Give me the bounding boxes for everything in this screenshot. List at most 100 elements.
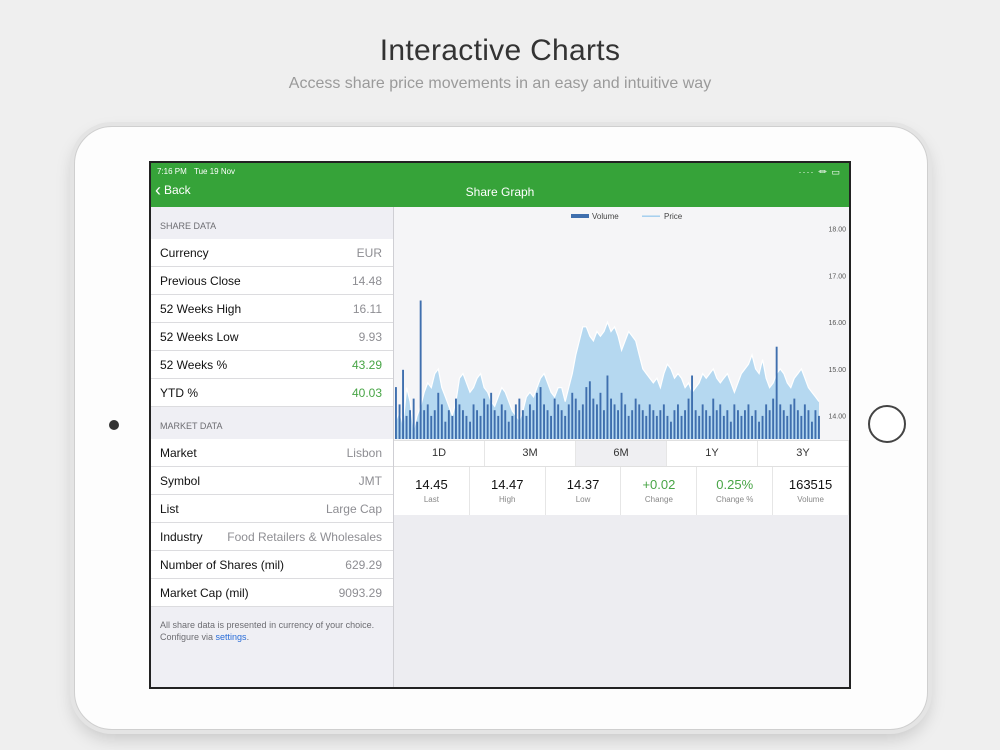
volume-bar (398, 404, 401, 439)
stat-value: 14.37 (566, 477, 600, 492)
market-data-row: Symbol JMT (151, 467, 393, 495)
volume-bar (603, 410, 605, 439)
volume-bar (744, 410, 746, 439)
volume-bar (698, 415, 701, 439)
home-button[interactable] (868, 405, 906, 443)
share-data-header: SHARE DATA (160, 221, 217, 231)
volume-bar (567, 404, 570, 439)
volume-bar (564, 415, 567, 439)
share-chart[interactable]: 18.0017.0016.0015.0014.0013.00VolumePric… (394, 207, 849, 467)
volume-bar (613, 404, 616, 439)
volume-bar (493, 410, 496, 439)
share-data-row-value: 9.93 (358, 329, 382, 344)
footnote: All share data is presented in currency … (151, 607, 393, 655)
volume-bar (412, 398, 415, 439)
market-data-header: MARKET DATA (160, 421, 223, 431)
stat-value: 0.25% (716, 477, 754, 492)
share-data-row-value: EUR (356, 245, 382, 260)
volume-bar (691, 375, 693, 439)
volume-bar (814, 410, 817, 439)
volume-bar (405, 415, 408, 439)
legend-price-label: Price (664, 212, 683, 221)
volume-bar (395, 387, 397, 439)
volume-bar (476, 410, 478, 439)
volume-bar (694, 410, 697, 439)
volume-bar (416, 421, 419, 439)
page-title: Share Graph (465, 185, 535, 199)
volume-bar (705, 410, 708, 439)
market-data-row-label: Industry (160, 529, 203, 544)
volume-bar (529, 404, 531, 439)
hero-title: Interactive Charts (379, 34, 621, 67)
hero-subtitle: Access share price movements in an easy … (288, 75, 712, 92)
volume-bar (592, 398, 595, 439)
volume-bar (768, 410, 771, 439)
volume-bar (560, 410, 563, 439)
settings-link[interactable]: settings (216, 632, 247, 642)
volume-bar (469, 421, 471, 439)
volume-bar (796, 410, 799, 439)
volume-bar (451, 415, 454, 439)
volume-bar (504, 410, 507, 439)
market-data-row-value: 629.29 (345, 557, 382, 572)
y-tick-label: 14.00 (828, 414, 846, 421)
volume-bar (670, 421, 672, 439)
market-data-row-value: JMT (358, 473, 382, 488)
market-data-row: List Large Cap (151, 495, 393, 523)
chart-svg[interactable]: 18.0017.0016.0015.0014.0013.00VolumePric… (394, 207, 849, 467)
share-data-row-value: 43.29 (351, 357, 382, 372)
volume-bar (712, 398, 715, 439)
stat-label: Change (644, 495, 673, 504)
chart-panel: 18.0017.0016.0015.0014.0013.00VolumePric… (394, 207, 849, 687)
volume-bar (627, 415, 630, 439)
market-data-row-value: Lisbon (346, 445, 382, 460)
legend-volume-label: Volume (592, 212, 619, 221)
volume-bar (793, 398, 796, 439)
navigation-bar: 7:16 PM Tue 19 Nov ···· ⏛ ▭ ‹ Back Share… (151, 163, 849, 207)
tab-3m[interactable]: 3M (485, 441, 576, 466)
share-data-row-label: Previous Close (160, 273, 241, 288)
footnote-end: . (246, 632, 250, 642)
volume-bar (507, 421, 510, 439)
volume-bar (765, 404, 768, 439)
volume-bar (677, 404, 679, 439)
volume-bar (402, 369, 404, 439)
share-data-row: Currency EUR (151, 239, 393, 267)
share-data-row-label: YTD % (160, 385, 199, 400)
stat-value: +0.02 (642, 477, 676, 492)
volume-bar (539, 387, 542, 439)
volume-bar (433, 410, 436, 439)
stat-last: 14.45 Last (394, 467, 470, 515)
volume-bar (574, 398, 577, 439)
volume-bar (472, 404, 475, 439)
volume-bar (779, 404, 782, 439)
tab-1d[interactable]: 1D (394, 441, 485, 466)
y-tick-label: 16.00 (828, 320, 846, 327)
camera (109, 420, 119, 430)
share-data-row: YTD % 40.03 (151, 379, 393, 407)
stat-change-: 0.25% Change % (697, 467, 774, 515)
volume-bar (733, 404, 736, 439)
volume-bar (571, 392, 574, 439)
share-data-row: 52 Weeks Low 9.93 (151, 323, 393, 351)
volume-bar (550, 415, 552, 439)
volume-bar (687, 398, 690, 439)
tab-1y[interactable]: 1Y (667, 441, 758, 466)
market-data-row: Market Cap (mil) 9093.29 (151, 579, 393, 607)
volume-bar (775, 346, 778, 439)
volume-bar (581, 404, 584, 439)
volume-bar (458, 404, 461, 439)
share-data-row-value: 40.03 (351, 385, 382, 400)
tab-6m[interactable]: 6M (576, 441, 667, 466)
share-data-row: Previous Close 14.48 (151, 267, 393, 295)
legend-price-swatch (642, 215, 660, 217)
volume-bar (419, 300, 422, 439)
volume-bar (511, 415, 514, 439)
volume-bar (726, 410, 729, 439)
volume-bar (719, 404, 722, 439)
volume-bar (662, 404, 665, 439)
volume-bar (546, 410, 549, 439)
volume-bar (811, 421, 813, 439)
volume-bar (437, 392, 440, 439)
tab-3y[interactable]: 3Y (758, 441, 849, 466)
